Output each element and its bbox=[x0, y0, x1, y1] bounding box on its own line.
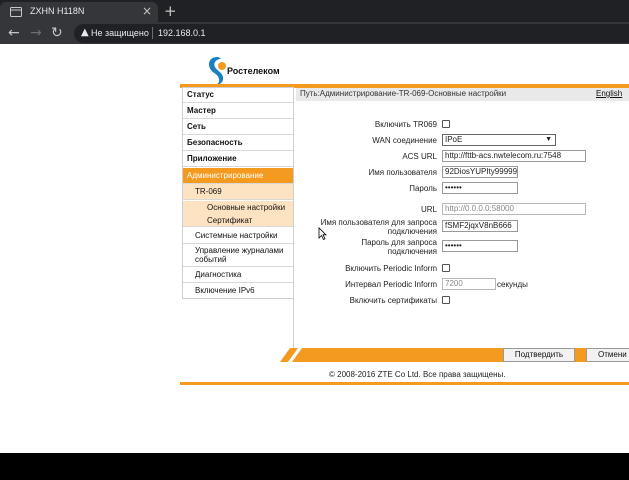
language-link[interactable]: English bbox=[596, 89, 622, 98]
periodic-inform-checkbox[interactable] bbox=[442, 264, 450, 272]
menu-item-status[interactable]: Статус bbox=[182, 87, 294, 103]
menu-item-administration[interactable]: Администрирование bbox=[182, 168, 294, 184]
footer-divider bbox=[180, 382, 629, 385]
conn-user-label-line1: Имя пользователя для запроса bbox=[320, 218, 437, 227]
periodic-inform-label: Включить Periodic Inform bbox=[345, 264, 437, 273]
conn-user-input[interactable]: fSMF2jqxV8nB666 bbox=[442, 220, 518, 232]
browser-tab-strip: ZXHN H118N × + bbox=[0, 0, 629, 22]
menu-item-system-settings[interactable]: Системные настройки bbox=[182, 228, 294, 244]
browser-tab[interactable]: ZXHN H118N × bbox=[0, 2, 158, 22]
sidebar-divider bbox=[293, 87, 294, 352]
address-bar[interactable]: ▲ Не защищено 192.168.0.1 bbox=[74, 24, 629, 43]
wan-label: WAN соединение bbox=[372, 136, 437, 145]
chevron-down-icon: ▼ bbox=[545, 136, 552, 143]
url-input[interactable]: http://0.0.0.0:58000 bbox=[442, 203, 586, 215]
url-label: URL bbox=[420, 205, 437, 214]
acs-url-input[interactable]: http://fttb-acs.nwtelecom.ru:7548 bbox=[442, 150, 586, 162]
username-label: Имя пользователя bbox=[368, 168, 437, 177]
menu-item-application[interactable]: Приложение bbox=[182, 151, 294, 167]
url-text[interactable]: 192.168.0.1 bbox=[158, 28, 206, 38]
tab-title: ZXHN H118N bbox=[30, 6, 85, 16]
interval-unit: секунды bbox=[497, 280, 528, 289]
forward-arrow-icon[interactable]: → bbox=[30, 24, 42, 42]
menu-item-log-management[interactable]: Управление журналами событий bbox=[182, 244, 294, 267]
enable-certs-label: Включить сертификаты bbox=[349, 296, 437, 305]
username-input[interactable]: 92DiosYUPIty99999 bbox=[442, 166, 518, 178]
menu-item-security[interactable]: Безопасность bbox=[182, 135, 294, 151]
reload-icon[interactable]: ↻ bbox=[51, 24, 63, 42]
mouse-cursor-icon bbox=[318, 227, 327, 240]
warning-icon[interactable]: ▲ bbox=[81, 27, 89, 38]
cancel-button[interactable]: Отмени bbox=[586, 348, 629, 362]
conn-pass-label-line2: подключения bbox=[387, 247, 437, 256]
conn-pass-label-line1: Пароль для запроса bbox=[361, 238, 437, 247]
security-status[interactable]: Не защищено bbox=[91, 28, 149, 38]
enable-certs-checkbox[interactable] bbox=[442, 296, 450, 304]
interval-label: Интервал Periodic Inform bbox=[345, 280, 437, 289]
back-arrow-icon[interactable]: ← bbox=[8, 24, 20, 42]
menu-item-basic-settings[interactable]: Основные настройки bbox=[182, 201, 294, 214]
footer-stripe bbox=[280, 348, 629, 362]
enable-tr069-checkbox[interactable] bbox=[442, 120, 450, 128]
breadcrumb: Путь:Администрирование-TR-069-Основные н… bbox=[296, 88, 629, 101]
menu-item-certificate[interactable]: Сертификат bbox=[182, 214, 294, 227]
wan-select-value: IPoE bbox=[445, 135, 463, 144]
enable-tr069-label: Включить TR069 bbox=[374, 120, 437, 129]
logo-text: Ростелеком bbox=[227, 66, 280, 76]
password-label: Пароль bbox=[409, 184, 437, 193]
acs-url-label: ACS URL bbox=[402, 152, 437, 161]
menu-item-network[interactable]: Сеть bbox=[182, 119, 294, 135]
conn-user-label-line2: подключения bbox=[387, 227, 437, 236]
globe-icon bbox=[10, 7, 22, 17]
tab-close-icon[interactable]: × bbox=[142, 4, 152, 18]
new-tab-icon[interactable]: + bbox=[164, 2, 177, 20]
password-input[interactable]: •••••• bbox=[442, 182, 518, 194]
menu-item-wizard[interactable]: Мастер bbox=[182, 103, 294, 119]
divider bbox=[152, 27, 153, 39]
menu-item-tr069[interactable]: TR-069 bbox=[182, 184, 294, 200]
copyright-text: © 2008-2016 ZTE Co Ltd. Все права защище… bbox=[329, 370, 506, 379]
wan-select[interactable]: IPoE ▼ bbox=[442, 134, 556, 146]
bottom-black-bar bbox=[0, 453, 629, 480]
menu-item-diagnostics[interactable]: Диагностика bbox=[182, 267, 294, 283]
conn-pass-input[interactable]: •••••• bbox=[442, 240, 518, 252]
apply-button[interactable]: Подтвердить bbox=[503, 348, 575, 362]
breadcrumb-path: Путь:Администрирование-TR-069-Основные н… bbox=[300, 89, 507, 98]
page-content bbox=[0, 44, 629, 453]
interval-input[interactable]: 7200 bbox=[442, 278, 496, 290]
browser-toolbar: ← → ↻ ▲ Не защищено 192.168.0.1 bbox=[0, 22, 629, 44]
menu-item-ipv6[interactable]: Включение IPv6 bbox=[182, 283, 294, 299]
screen: ZXHN H118N × + ← → ↻ ▲ Не защищено 192.1… bbox=[0, 0, 629, 480]
